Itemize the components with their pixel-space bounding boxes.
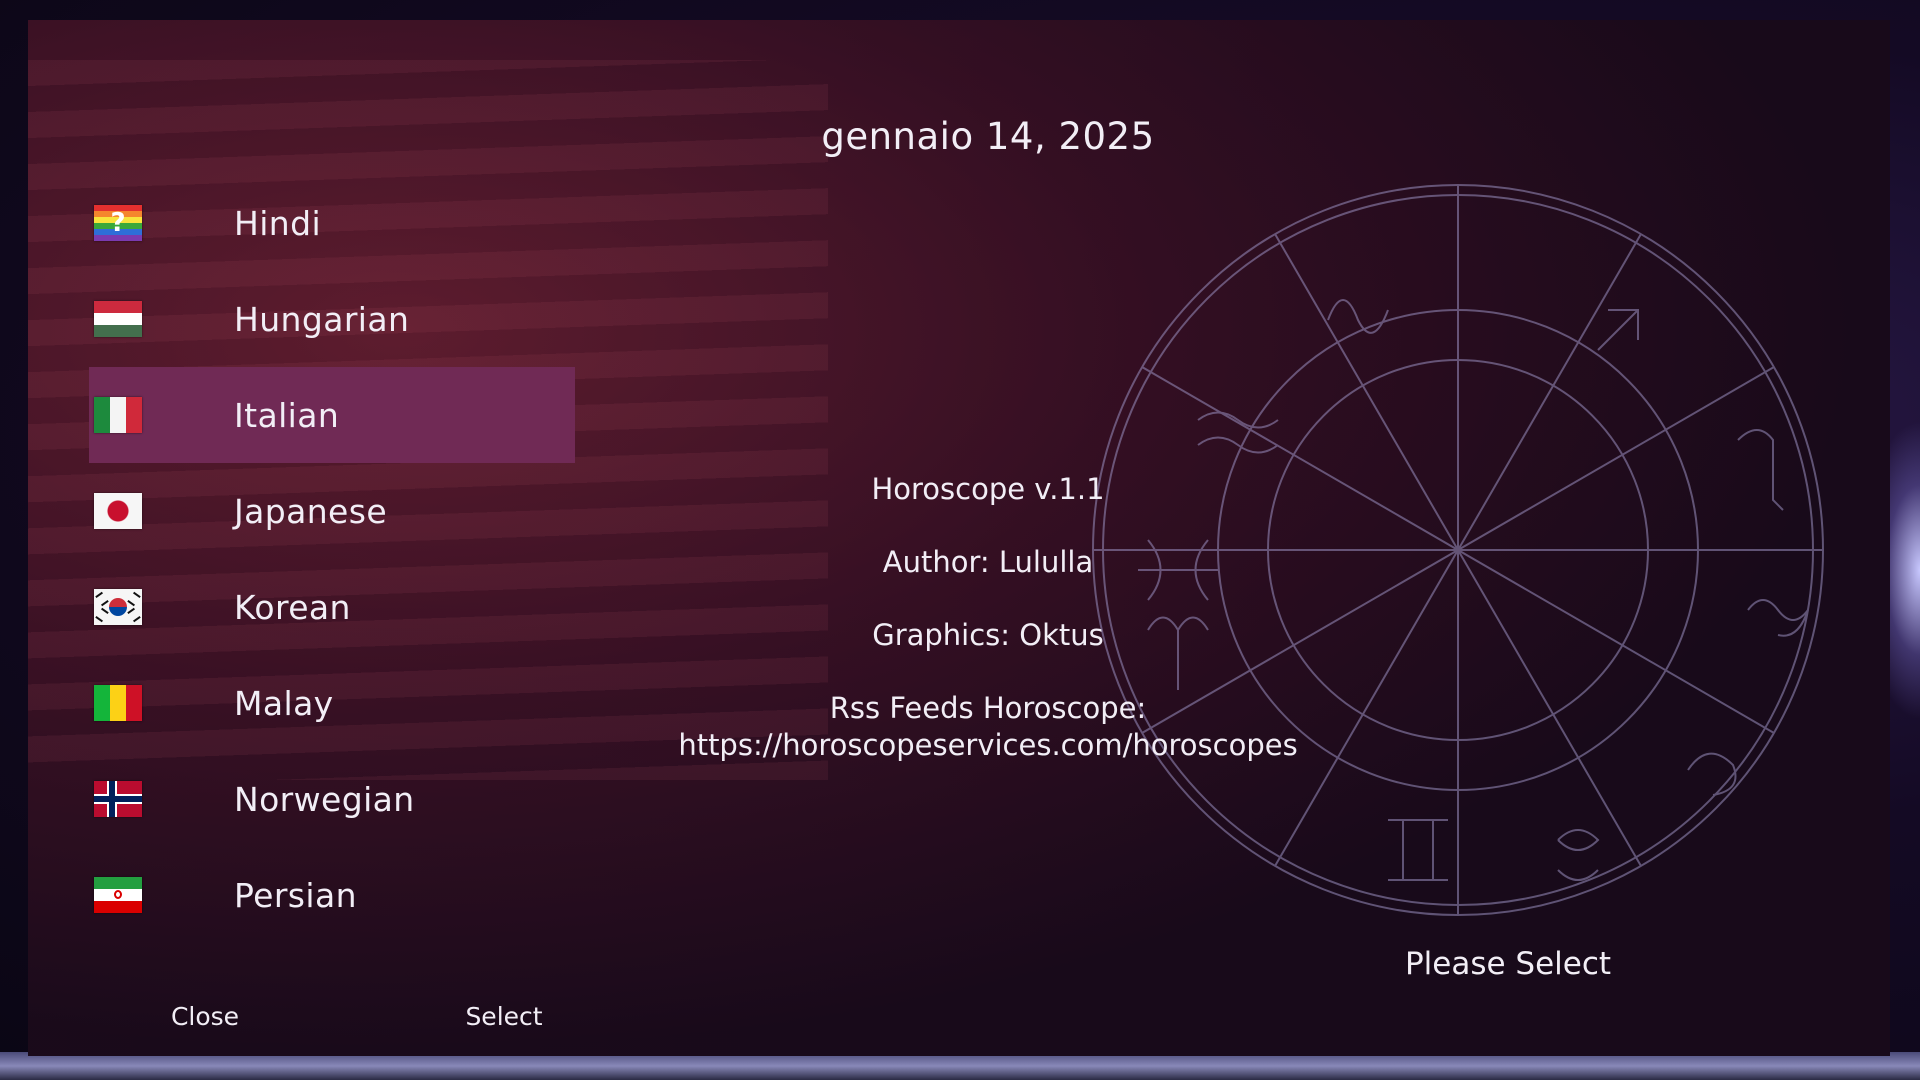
language-label: Italian xyxy=(234,395,340,435)
korea-flag-icon xyxy=(94,589,142,625)
language-label: Norwegian xyxy=(234,779,415,819)
close-button[interactable]: Close xyxy=(61,1002,349,1031)
language-list[interactable]: ? Hindi Hungarian Italian Japanese Korea… xyxy=(89,175,575,943)
graphics-text: Graphics: Oktus xyxy=(872,618,1104,652)
version-text: Horoscope v.1.1 xyxy=(871,472,1105,506)
close-button-label: Close xyxy=(170,1002,240,1031)
background-strip xyxy=(0,1052,1920,1080)
language-item-malay[interactable]: Malay xyxy=(89,655,575,751)
language-item-hindi[interactable]: ? Hindi xyxy=(89,175,575,271)
language-item-japanese[interactable]: Japanese xyxy=(89,463,575,559)
language-item-korean[interactable]: Korean xyxy=(89,559,575,655)
hungary-flag-icon xyxy=(94,301,142,337)
author-text: Author: Lululla xyxy=(882,545,1094,579)
feeds-url: https://horoscopeservices.com/horoscopes xyxy=(678,728,1298,762)
language-item-persian[interactable]: Persian xyxy=(89,847,575,943)
language-item-hungarian[interactable]: Hungarian xyxy=(89,271,575,367)
language-item-norwegian[interactable]: Norwegian xyxy=(89,751,575,847)
language-label: Hungarian xyxy=(234,299,410,339)
language-item-italian[interactable]: Italian xyxy=(89,367,575,463)
japan-flag-icon xyxy=(94,493,142,529)
language-label: Hindi xyxy=(234,203,322,243)
norway-flag-icon xyxy=(94,781,142,817)
rainbow-question-flag-icon: ? xyxy=(94,205,142,241)
status-text: Please Select xyxy=(1404,946,1612,982)
italy-flag-icon xyxy=(94,397,142,433)
horoscope-screen: gennaio 14, 2025 ? Hindi Hungarian Itali… xyxy=(28,20,1890,1056)
plugin-info: Horoscope v.1.1 Author: Lululla Graphics… xyxy=(588,20,1388,1056)
malay-flag-icon xyxy=(94,685,142,721)
select-button-label: Select xyxy=(465,1002,543,1031)
language-label: Malay xyxy=(234,683,334,723)
select-button[interactable]: Select xyxy=(360,1002,648,1031)
language-label: Korean xyxy=(234,587,351,627)
language-label: Japanese xyxy=(234,491,388,531)
feeds-label: Rss Feeds Horoscope: xyxy=(829,691,1147,725)
language-label: Persian xyxy=(234,875,357,915)
iran-flag-icon xyxy=(94,877,142,913)
